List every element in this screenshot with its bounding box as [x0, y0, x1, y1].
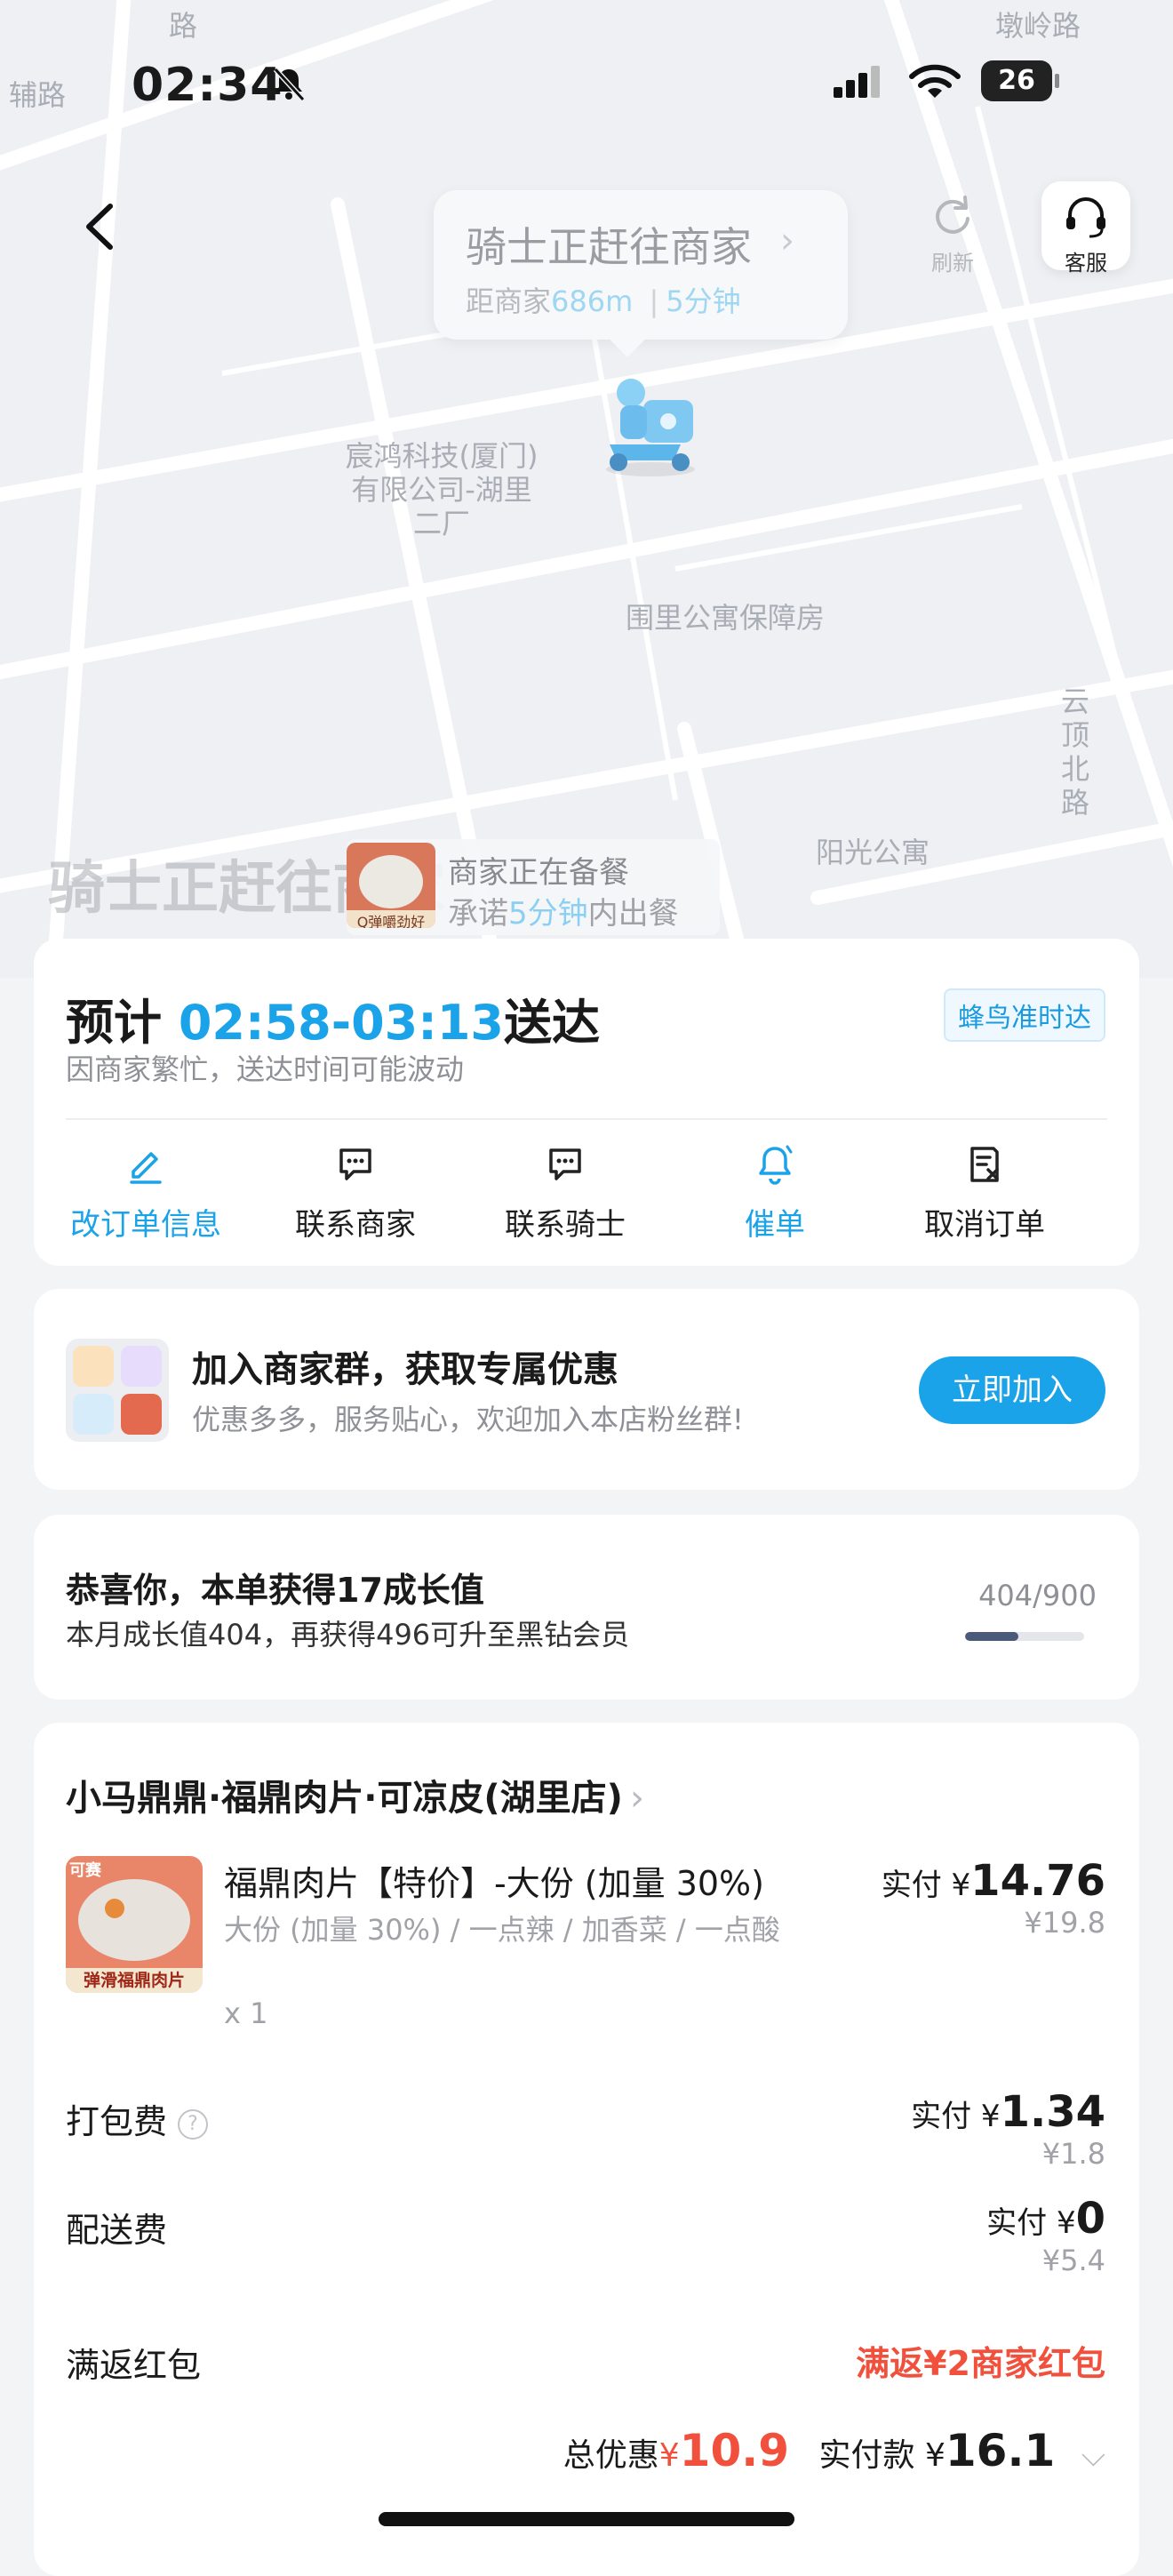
red-packet-value: 满返¥2商家红包	[856, 2344, 1105, 2383]
contact-merchant-button[interactable]: 联系商家	[251, 1140, 460, 1244]
chevron-right-icon: ›	[780, 220, 794, 261]
order-actions: 改订单信息 联系商家 联系骑士 催单 取消订单	[34, 1140, 1139, 1255]
edit-icon	[130, 1152, 162, 1184]
growth-title: 恭喜你，本单获得17成长值	[66, 1571, 484, 1610]
rider-eta: 5分钟	[666, 284, 741, 318]
growth-subtitle: 本月成长值404，再获得496可升至黑钻会员	[66, 1618, 630, 1652]
growth-progress-bar	[965, 1632, 1084, 1641]
merchant-group-card: 加入商家群，获取专属优惠 优惠多多，服务贴心，欢迎加入本店粉丝群! 立即加入	[34, 1289, 1139, 1490]
group-avatar-icon	[66, 1339, 169, 1442]
rider-status-bubble[interactable]: 骑士正赶往商家 › 距商家686m | 5分钟	[434, 190, 848, 357]
customer-service-button[interactable]: 客服	[1041, 181, 1130, 276]
map-label: 墩岭路	[995, 9, 1081, 43]
total-discount: 10.9	[679, 2425, 790, 2476]
cancel-order-icon	[970, 1147, 999, 1182]
delivery-eta-card: 预计 02:58-03:13送达 因商家繁忙，送达时间可能波动 蜂鸟准时达 改订…	[34, 939, 1139, 1266]
refresh-label: 刷新	[931, 251, 974, 276]
thumbnail-caption: Q弹嚼劲好	[347, 910, 435, 928]
group-title: 加入商家群，获取专属优惠	[192, 1349, 618, 1390]
headset-icon	[1066, 197, 1105, 238]
divider	[66, 1118, 1107, 1120]
on-time-badge[interactable]: 蜂鸟准时达	[944, 988, 1105, 1042]
map-label: 云顶北路	[1060, 684, 1089, 820]
cellular-signal-icon	[834, 66, 880, 98]
item-image-caption: 弹滑福鼎肉片	[66, 1968, 203, 1993]
eta-range: 02:58-03:13	[178, 995, 504, 1051]
delivery-fee-price: 实付 ¥0 ¥5.4	[986, 2194, 1105, 2277]
status-bar: 02:34 26	[0, 53, 1173, 116]
join-group-button[interactable]: 立即加入	[919, 1356, 1105, 1424]
status-time: 02:34	[132, 59, 283, 112]
edit-order-button[interactable]: 改订单信息	[41, 1140, 251, 1244]
growth-progress-fill	[965, 1632, 1019, 1641]
contact-rider-button[interactable]: 联系骑士	[460, 1140, 670, 1244]
map-view[interactable]: 路 辅路 墩岭路 宸鸿科技(厦门)有限公司-湖里二厂 围里公寓保障房 云顶北路 …	[0, 0, 1173, 978]
bell-icon	[759, 1145, 793, 1185]
cancel-order-button[interactable]: 取消订单	[880, 1140, 1089, 1244]
rider-scooter-icon	[606, 379, 695, 476]
merchant-promise-text: 承诺5分钟内出餐	[448, 896, 679, 932]
item-image-tag: 可赛	[69, 1861, 101, 1880]
map-label: 阳光公寓	[816, 836, 930, 869]
wifi-icon	[909, 64, 961, 98]
refresh-icon	[936, 196, 970, 234]
eta-note: 因商家繁忙，送达时间可能波动	[66, 1052, 465, 1086]
total-paid: 16.1	[945, 2425, 1056, 2476]
item-image: 可赛 弹滑福鼎肉片	[66, 1856, 203, 1993]
order-detail-card: 小马鼎鼎·福鼎肉片·可凉皮(湖里店) › 可赛 弹滑福鼎肉片 福鼎肉片【特价】-大…	[34, 1723, 1139, 2576]
mute-bell-icon	[273, 67, 306, 101]
urge-order-button[interactable]: 催单	[670, 1140, 880, 1244]
back-arrow-icon[interactable]	[71, 196, 133, 258]
store-name-link[interactable]: 小马鼎鼎·福鼎肉片·可凉皮(湖里店) ›	[66, 1769, 644, 1820]
merchant-status-tag[interactable]: Q弹嚼劲好 商家正在备餐 承诺5分钟内出餐	[347, 839, 720, 935]
map-label: 路	[169, 9, 198, 43]
help-icon[interactable]: ?	[178, 2108, 209, 2140]
rider-status-title: 骑士正赶往商家	[466, 223, 752, 271]
battery-icon: 26	[981, 60, 1061, 101]
battery-level: 26	[998, 65, 1035, 96]
merchant-status-text: 商家正在备餐	[448, 855, 629, 891]
delivery-fee-label: 配送费	[66, 2211, 168, 2250]
refresh-button[interactable]: 刷新	[912, 192, 993, 281]
map-label: 宸鸿科技(厦门)有限公司-湖里二厂	[345, 439, 539, 540]
map-roads	[0, 0, 1173, 978]
item-quantity: x 1	[224, 1996, 268, 2030]
red-packet-label: 满返红包	[66, 2346, 202, 2385]
growth-progress-text: 404/900	[978, 1579, 1097, 1612]
order-total[interactable]: 总优惠¥10.9 实付款 ¥16.1 ⌵	[563, 2425, 1105, 2476]
home-indicator	[379, 2512, 794, 2526]
group-subtitle: 优惠多多，服务贴心，欢迎加入本店粉丝群!	[192, 1403, 744, 1436]
chat-icon	[339, 1148, 371, 1180]
packing-fee-label: 打包费?	[66, 2094, 209, 2143]
rider-status-detail: 距商家686m | 5分钟	[466, 284, 741, 318]
item-spec: 大份 (加量 30%) / 一点辣 / 加香菜 / 一点酸	[224, 1913, 780, 1947]
chat-icon	[549, 1148, 581, 1180]
chevron-down-icon: ⌵	[1081, 2437, 1105, 2474]
map-label: 围里公寓保障房	[626, 601, 826, 635]
merchant-thumbnail: Q弹嚼劲好	[347, 843, 435, 928]
item-price: 实付 ¥14.76 ¥19.8	[881, 1856, 1105, 1940]
rider-distance: 686m	[551, 284, 634, 318]
growth-value-card[interactable]: 恭喜你，本单获得17成长值 本月成长值404，再获得496可升至黑钻会员 404…	[34, 1515, 1139, 1700]
customer-service-label: 客服	[1065, 251, 1107, 276]
eta-headline: 预计 02:58-03:13送达	[66, 995, 600, 1051]
chevron-right-icon: ›	[629, 1778, 644, 1819]
item-name: 福鼎肉片【特价】-大份 (加量 30%)	[224, 1864, 764, 1903]
packing-fee-price: 实付 ¥1.34 ¥1.8	[911, 2087, 1105, 2171]
